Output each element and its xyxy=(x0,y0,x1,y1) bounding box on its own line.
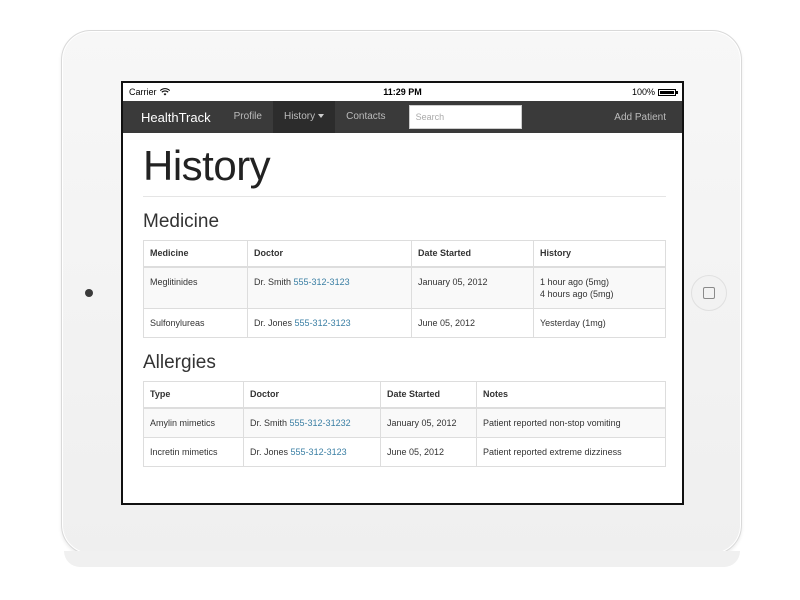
phone-link[interactable]: 555-312-3123 xyxy=(295,318,351,328)
carrier-label: Carrier xyxy=(129,87,157,97)
battery-icon xyxy=(658,88,678,96)
camera-dot xyxy=(85,289,93,297)
screen: Carrier 11:29 PM 100% HealthTrack Profil… xyxy=(121,81,684,505)
doctor-name: Dr. Jones xyxy=(254,318,293,328)
nav-item-contacts[interactable]: Contacts xyxy=(335,101,396,133)
allergies-section-title: Allergies xyxy=(143,352,216,373)
table-header-row: Medicine Doctor Date Started History xyxy=(143,240,666,268)
table-row: Amylin mimetics Dr. Smith 555-312-31232 … xyxy=(143,407,666,438)
status-left: Carrier xyxy=(129,87,249,97)
doctor-name: Dr. Smith xyxy=(250,418,288,428)
date-cell: June 05, 2012 xyxy=(380,437,477,467)
history-entry: 1 hour ago (5mg) xyxy=(540,277,610,287)
column-header: History xyxy=(533,240,666,268)
doctor-cell: Dr. Smith 555-312-31232 xyxy=(243,407,381,438)
doctor-name: Dr. Smith xyxy=(254,277,292,287)
history-cell: Yesterday (1mg) xyxy=(533,308,666,338)
date-cell: January 05, 2012 xyxy=(411,266,534,309)
phone-link[interactable]: 555-312-3123 xyxy=(294,277,350,287)
nav-item-history[interactable]: History xyxy=(272,101,336,133)
column-header: Doctor xyxy=(247,240,412,268)
date-cell: June 05, 2012 xyxy=(411,308,534,338)
caret-down-icon xyxy=(318,114,325,119)
status-time: 11:29 PM xyxy=(383,87,422,97)
column-header: Date Started xyxy=(380,381,477,409)
history-cell: 1 hour ago (5mg) 4 hours ago (5mg) xyxy=(533,266,666,309)
history-entry: 4 hours ago (5mg) xyxy=(540,289,614,299)
phone-link[interactable]: 555-312-3123 xyxy=(291,447,347,457)
battery-percent: 100% xyxy=(631,87,655,97)
notes-cell: Patient reported non-stop vomiting xyxy=(476,407,666,438)
navbar: HealthTrack Profile History Contacts Add… xyxy=(123,101,682,133)
column-header: Date Started xyxy=(411,240,534,268)
type-cell: Incretin mimetics xyxy=(143,437,244,467)
column-header: Doctor xyxy=(243,381,381,409)
column-header: Type xyxy=(143,381,244,409)
add-patient-link[interactable]: Add Patient xyxy=(614,112,682,123)
phone-link[interactable]: 555-312-31232 xyxy=(290,418,351,428)
doctor-cell: Dr. Smith 555-312-3123 xyxy=(247,266,412,309)
doctor-cell: Dr. Jones 555-312-3123 xyxy=(243,437,381,467)
medicine-section-title: Medicine xyxy=(143,211,220,232)
search-input[interactable] xyxy=(408,105,522,129)
table-header-row: Type Doctor Date Started Notes xyxy=(143,381,666,409)
table-row: Meglitinides Dr. Smith 555-312-3123 Janu… xyxy=(143,266,666,309)
status-right: 100% xyxy=(556,87,678,97)
type-cell: Amylin mimetics xyxy=(143,407,244,438)
main-content: History Medicine Medicine Doctor Date St… xyxy=(123,133,682,467)
doctor-name: Dr. Jones xyxy=(250,447,289,457)
ipad-frame-edge xyxy=(64,551,740,567)
wifi-icon xyxy=(159,88,170,96)
medicine-table: Medicine Doctor Date Started History Meg… xyxy=(143,240,666,338)
battery-level xyxy=(660,90,674,94)
date-cell: January 05, 2012 xyxy=(380,407,477,438)
history-entry: Yesterday (1mg) xyxy=(540,318,606,328)
status-bar: Carrier 11:29 PM 100% xyxy=(123,83,682,101)
notes-cell: Patient reported extreme dizziness xyxy=(476,437,666,467)
column-header: Medicine xyxy=(143,240,248,268)
nav-item-history-label: History xyxy=(283,111,316,122)
home-button[interactable] xyxy=(691,275,727,311)
nav-item-profile[interactable]: Profile xyxy=(223,101,273,133)
table-row: Sulfonylureas Dr. Jones 555-312-3123 Jun… xyxy=(143,308,666,338)
doctor-cell: Dr. Jones 555-312-3123 xyxy=(247,308,412,338)
column-header: Notes xyxy=(476,381,666,409)
home-button-icon xyxy=(703,287,715,299)
brand-link[interactable]: HealthTrack xyxy=(127,110,223,125)
page-title: History xyxy=(143,133,666,197)
medicine-cell: Sulfonylureas xyxy=(143,308,248,338)
allergies-table: Type Doctor Date Started Notes Amylin mi… xyxy=(143,381,666,467)
medicine-cell: Meglitinides xyxy=(143,266,248,309)
table-row: Incretin mimetics Dr. Jones 555-312-3123… xyxy=(143,437,666,467)
